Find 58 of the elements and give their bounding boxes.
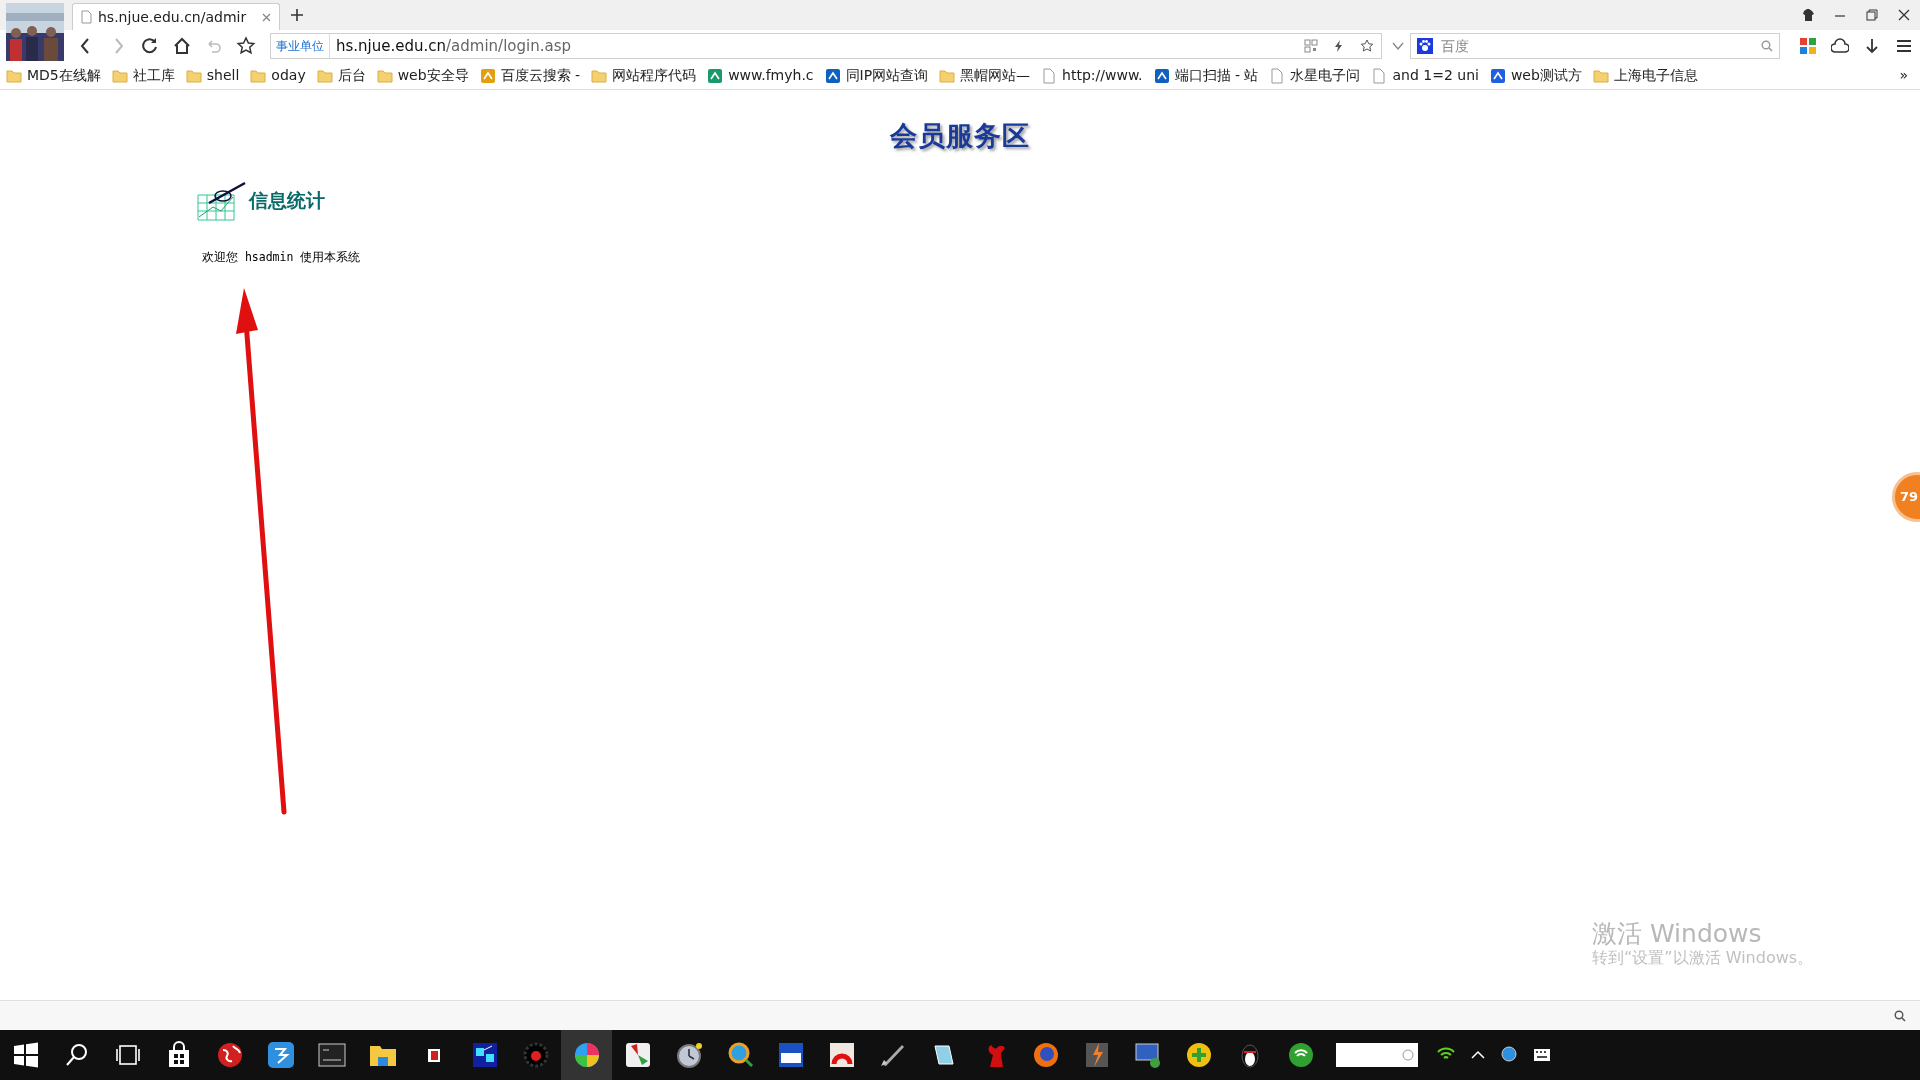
tiles-icon[interactable]: [1799, 37, 1817, 55]
home-icon[interactable]: [172, 36, 192, 56]
folder-icon: [250, 67, 267, 84]
bookmark-link[interactable]: oday: [271, 65, 306, 86]
bookmark-link[interactable]: web安全导: [397, 65, 469, 86]
folder-icon: [591, 67, 608, 84]
bookmark-link[interactable]: 上海电子信息: [1613, 65, 1698, 86]
bookmark-link[interactable]: shell: [206, 65, 240, 86]
activation-title: 激活 Windows: [1592, 920, 1763, 949]
bookmark-link[interactable]: 端口扫描 - 站: [1174, 65, 1259, 86]
menu-icon[interactable]: [1895, 37, 1913, 55]
bookmark-link[interactable]: 同IP网站查询: [845, 65, 929, 86]
search-icon: [1402, 1049, 1414, 1061]
bookmark-link[interactable]: MD5在线解: [27, 65, 101, 86]
download-icon[interactable]: [1863, 37, 1881, 55]
banner-title: 会员服务区: [890, 119, 1030, 153]
star-icon[interactable]: [236, 36, 256, 56]
folder-icon: [939, 67, 956, 84]
bookmark-link[interactable]: and 1=2 uni: [1392, 65, 1479, 86]
search-box[interactable]: 百度: [1410, 33, 1780, 59]
globe-search-icon[interactable]: [1500, 1045, 1520, 1065]
restore-icon[interactable]: [1865, 8, 1879, 22]
page-icon: [1041, 67, 1058, 84]
bookmark-link[interactable]: www.fmyh.c: [728, 65, 814, 86]
bookmark-link[interactable]: web测试方: [1510, 65, 1582, 86]
bookmark-link[interactable]: http://www.: [1062, 65, 1143, 86]
close-icon[interactable]: [1897, 8, 1911, 22]
app-tile-icon[interactable]: [265, 1040, 296, 1070]
page-icon: [1371, 67, 1388, 84]
chart-pen-icon: [197, 180, 247, 221]
section-title: 信息统计: [249, 188, 325, 213]
bookmark-link[interactable]: 后台: [337, 65, 366, 86]
zoom-icon[interactable]: [1894, 1009, 1906, 1022]
folder-icon: [376, 67, 393, 84]
search-icon: [1761, 40, 1773, 52]
page-icon: [81, 10, 92, 24]
folder-icon: [1592, 67, 1609, 84]
folder-icon: [111, 67, 128, 84]
bookmark-link[interactable]: 网站程序代码: [612, 65, 697, 86]
welcome-message: 欢迎您 hsadmin 使用本系统: [202, 248, 361, 266]
more-bookmarks-button[interactable]: »: [1899, 65, 1908, 86]
page-icon: [1269, 67, 1286, 84]
folder-icon: [185, 67, 202, 84]
folder-icon: [6, 67, 22, 84]
skin-icon[interactable]: [1801, 8, 1815, 22]
bookmark-link[interactable]: 水星电子问: [1290, 65, 1361, 86]
taskbar-search-field[interactable]: [1336, 1043, 1418, 1067]
browser-tab[interactable]: hs.njue.edu.cn/admir: [72, 3, 280, 30]
folder-icon: [316, 67, 333, 84]
bookmark-link[interactable]: 黑帽网站—: [960, 65, 1031, 86]
cloud-icon[interactable]: [1831, 37, 1849, 55]
reload-icon[interactable]: [140, 36, 160, 56]
activation-hint: 转到“设置”以激活 Windows。: [1592, 948, 1814, 968]
bookmark-link[interactable]: 百度云搜索 -: [500, 65, 581, 86]
new-tab-icon[interactable]: [290, 8, 304, 22]
paw-icon: [1417, 38, 1433, 54]
terminal-icon[interactable]: [316, 1040, 347, 1070]
bookmark-link[interactable]: 社工库: [132, 65, 175, 86]
